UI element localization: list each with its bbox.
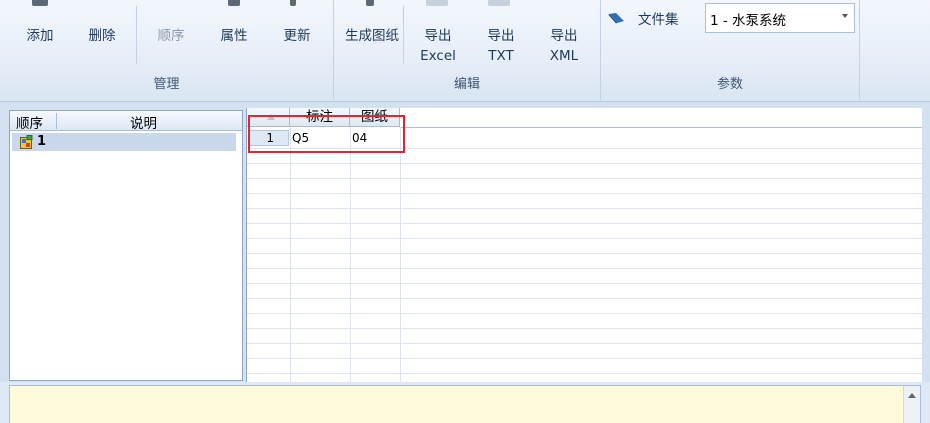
properties-icon <box>228 0 240 6</box>
divider <box>136 6 137 64</box>
row-divider <box>247 373 922 374</box>
table-cell-label[interactable]: Q5 <box>292 130 309 146</box>
manage-group-label: 管理 <box>153 77 180 92</box>
column-header-description[interactable]: 说明 <box>130 112 157 132</box>
row-divider <box>247 358 922 359</box>
export-excel-label-1: 导出 <box>424 28 452 44</box>
work-area: 顺序 说明 1 标注 图纸 1 Q5 04 <box>0 102 930 382</box>
annotation-grid[interactable]: 标注 图纸 1 Q5 04 <box>246 108 922 382</box>
column-divider <box>400 127 401 382</box>
export-excel-button[interactable]: 导出 Excel <box>414 26 462 66</box>
add-button-label: 添加 <box>26 28 54 44</box>
drawing-sheet-icon <box>20 135 33 149</box>
export-excel-label-2: Excel <box>420 48 456 64</box>
header-divider <box>400 127 922 128</box>
row-divider <box>247 208 922 209</box>
chevron-down-icon[interactable] <box>842 14 848 18</box>
sequence-list-header: 顺序 说明 <box>10 111 242 132</box>
row-divider <box>247 163 922 164</box>
list-item[interactable]: 1 <box>12 133 236 151</box>
properties-button-label: 属性 <box>220 28 248 44</box>
export-txt-label-2: TXT <box>488 48 514 64</box>
row-divider <box>247 328 922 329</box>
edit-group-label: 编辑 <box>453 77 480 92</box>
scroll-up-icon[interactable] <box>908 393 916 398</box>
vertical-scrollbar[interactable] <box>903 386 920 423</box>
update-button[interactable]: 更新 <box>273 26 321 46</box>
export-xml-label-2: XML <box>549 48 579 64</box>
list-item-order: 1 <box>37 134 47 149</box>
order-button[interactable]: 顺序 <box>146 26 196 46</box>
table-cell-drawing[interactable]: 04 <box>352 130 367 146</box>
add-icon <box>32 0 48 6</box>
update-icon <box>290 0 296 6</box>
sort-up-icon <box>267 114 275 120</box>
column-header-order[interactable]: 顺序 <box>16 112 43 132</box>
generate-icon <box>366 0 374 6</box>
row-divider <box>247 268 922 269</box>
fileset-combobox[interactable]: 1 - 水泵系统 <box>705 3 855 33</box>
ribbon: 添加 删除 顺序 属性 更新 管理 生成图纸 导出 Excel 导出 TXT 导… <box>0 0 930 102</box>
group-divider <box>859 0 860 100</box>
row-divider <box>247 178 922 179</box>
export-xml-label-1: 导出 <box>550 28 578 44</box>
txt-icon <box>488 0 510 6</box>
table-row-number[interactable]: 1 <box>249 130 289 146</box>
row-divider <box>247 298 922 299</box>
update-button-label: 更新 <box>283 28 311 44</box>
row-divider <box>247 253 922 254</box>
edit-group: 生成图纸 导出 Excel 导出 TXT 导出 XML 编辑 <box>334 0 600 100</box>
manage-group: 添加 删除 顺序 属性 更新 管理 <box>0 0 333 100</box>
column-divider <box>350 127 351 382</box>
column-divider <box>290 127 291 382</box>
row-divider <box>247 238 922 239</box>
excel-icon <box>426 0 448 6</box>
header-divider <box>56 113 57 129</box>
params-group-label: 参数 <box>716 77 743 92</box>
row-divider <box>247 313 922 314</box>
properties-button[interactable]: 属性 <box>210 26 258 46</box>
row-number-header[interactable] <box>247 108 290 127</box>
column-header-drawing[interactable]: 图纸 <box>350 108 400 127</box>
delete-button[interactable]: 删除 <box>78 26 126 46</box>
export-txt-label-1: 导出 <box>487 28 515 44</box>
fileset-label: 文件集 <box>638 12 679 28</box>
export-xml-button[interactable]: 导出 XML <box>540 26 588 66</box>
sequence-list[interactable]: 顺序 说明 1 <box>9 110 243 381</box>
row-divider <box>247 193 922 194</box>
row-divider <box>247 283 922 284</box>
add-button[interactable]: 添加 <box>16 26 64 46</box>
notes-area[interactable] <box>9 385 921 423</box>
divider <box>403 6 404 64</box>
row-divider <box>247 343 922 344</box>
row-divider <box>247 148 922 149</box>
order-button-label: 顺序 <box>157 28 185 44</box>
row-divider <box>247 223 922 224</box>
generate-drawing-button[interactable]: 生成图纸 <box>338 26 406 46</box>
grid-header: 标注 图纸 <box>247 108 400 127</box>
fileset-icon <box>608 13 624 24</box>
column-header-label[interactable]: 标注 <box>290 108 350 127</box>
generate-drawing-label: 生成图纸 <box>345 28 399 44</box>
export-txt-button[interactable]: 导出 TXT <box>477 26 525 66</box>
delete-button-label: 删除 <box>88 28 116 44</box>
fileset-combobox-value: 1 - 水泵系统 <box>710 13 787 29</box>
